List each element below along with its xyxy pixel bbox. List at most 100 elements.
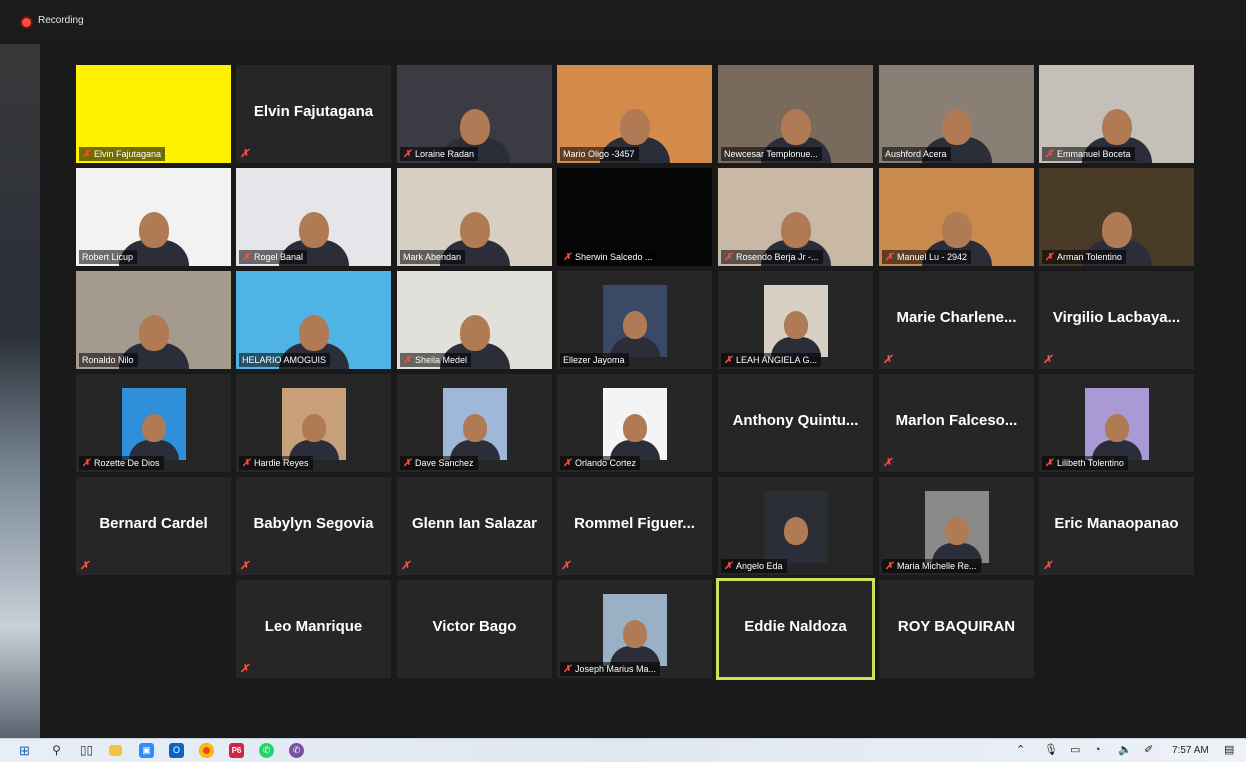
participant-tile[interactable]: Robert Licup (76, 168, 231, 266)
participant-tile[interactable]: Babylyn Segovia ✗ (236, 477, 391, 575)
volume-muted-icon[interactable]: 🔈 (1118, 743, 1132, 758)
participant-label-text: Ronaldo Nilo (82, 355, 134, 365)
participant-tile[interactable]: Mark Abendan (397, 168, 552, 266)
muted-mic-icon: ✗ (82, 149, 91, 160)
participant-tile[interactable]: Aushford Acera (879, 65, 1034, 163)
participant-name: Leo Manrique (264, 618, 363, 635)
participant-tile[interactable]: Rommel Figuer... ✗ (557, 477, 712, 575)
participant-tile[interactable]: Victor Bago (397, 580, 552, 678)
participant-tile[interactable]: HELARIO AMOGUIS (236, 271, 391, 369)
participant-tile[interactable]: Newcesar Templonue... (718, 65, 873, 163)
participant-tile[interactable]: ✗ Rozette De Dios (76, 374, 231, 472)
outlook-icon[interactable]: O (169, 743, 184, 758)
participant-label-text: Newcesar Templonue... (724, 149, 818, 159)
participant-tile[interactable]: ✗ Manuel Lu - 2942 (879, 168, 1034, 266)
file-explorer-icon[interactable] (109, 745, 122, 756)
participant-tile[interactable]: ✗ Sherwin Salcedo ... (557, 168, 712, 266)
participant-tile[interactable]: ✗ Arman Tolentino (1039, 168, 1194, 266)
participant-tile[interactable]: ROY BAQUIRAN (879, 580, 1034, 678)
participant-tile[interactable]: ✗ Joseph Marius Ma... (557, 580, 712, 678)
participant-tile[interactable]: Eric Manaopanao ✗ (1039, 477, 1194, 575)
participant-label-text: Arman Tolentino (1057, 252, 1122, 262)
muted-mic-icon: ✗ (1045, 458, 1054, 469)
participant-tile[interactable]: Elvin Fajutagana ✗ (236, 65, 391, 163)
participant-tile[interactable]: Mario Oligo -3457 (557, 65, 712, 163)
participant-tile[interactable]: ✗ Dave Sanchez (397, 374, 552, 472)
participant-tile[interactable]: Ronaldo Nilo (76, 271, 231, 369)
participant-label-text: Loraine Radan (415, 149, 475, 159)
participant-label-text: Ellezer Jayoma (563, 355, 625, 365)
participant-profile-photo (602, 285, 667, 357)
participant-label-text: Orlando Cortez (575, 458, 637, 468)
participant-label-text: Joseph Marius Ma... (575, 664, 657, 674)
pen-icon[interactable]: ✐ (1144, 743, 1153, 758)
participant-tile[interactable]: ✗ Rosendo Berja Jr -... (718, 168, 873, 266)
participant-label-text: Lilibeth Tolentino (1057, 458, 1124, 468)
participant-tile[interactable]: ✗ Sheila Medel (397, 271, 552, 369)
participant-name: Glenn Ian Salazar (411, 515, 538, 532)
muted-mic-icon: ✗ (403, 149, 412, 160)
participant-label-text: Hardie Reyes (254, 458, 309, 468)
wifi-icon[interactable]: ◔ (1094, 743, 1101, 758)
participant-tile[interactable]: Bernard Cardel ✗ (76, 477, 231, 575)
participant-tile[interactable]: ✗ Rogel Banal (236, 168, 391, 266)
participant-label-text: Sheila Medel (415, 355, 468, 365)
participant-label-text: Emmanuel Boceta (1057, 149, 1131, 159)
participant-name-label: ✗ Sheila Medel (400, 353, 472, 367)
muted-mic-icon: ✗ (885, 252, 894, 263)
participant-tile[interactable]: ✗ Maria Michelle Re... (879, 477, 1034, 575)
participant-tile[interactable]: ✗ LEAH ANGIELA G... (718, 271, 873, 369)
muted-mic-icon: ✗ (724, 561, 733, 572)
participant-tile[interactable]: ✗ Emmanuel Boceta (1039, 65, 1194, 163)
participant-profile-photo (602, 388, 667, 460)
windows-start-icon[interactable]: ⊞ (17, 743, 32, 758)
notification-icon[interactable]: ▤ (1224, 743, 1234, 758)
microphone-icon[interactable]: 🎙 (1044, 743, 1058, 758)
chrome-icon[interactable] (199, 743, 214, 758)
recording-icon[interactable] (22, 18, 31, 27)
participant-tile[interactable]: Ellezer Jayoma (557, 271, 712, 369)
whatsapp-icon[interactable]: ✆ (259, 743, 274, 758)
participant-tile[interactable]: ✗ Elvin Fajutagana (76, 65, 231, 163)
participant-tile[interactable]: ✗ Orlando Cortez (557, 374, 712, 472)
participant-tile[interactable]: ✗ Loraine Radan (397, 65, 552, 163)
search-icon[interactable]: ⚲ (49, 743, 64, 758)
participant-name-label: Mario Oligo -3457 (560, 147, 639, 161)
participant-name-label: ✗ Manuel Lu - 2942 (882, 250, 972, 264)
zoom-top-bar: Recording (0, 0, 1246, 44)
viber-icon[interactable]: ✆ (289, 743, 304, 758)
participant-name-label: ✗ LEAH ANGIELA G... (721, 353, 822, 367)
participant-tile[interactable]: Leo Manrique ✗ (236, 580, 391, 678)
participant-profile-photo (924, 491, 989, 563)
participant-tile[interactable]: Marlon Falceso... ✗ (879, 374, 1034, 472)
muted-mic-icon: ✗ (563, 252, 572, 263)
clock-time[interactable]: 7:57 AM (1172, 743, 1209, 758)
participant-tile[interactable]: ✗ Lilibeth Tolentino (1039, 374, 1194, 472)
participant-name-label: ✗ Arman Tolentino (1042, 250, 1126, 264)
participant-label-text: Maria Michelle Re... (897, 561, 977, 571)
participant-profile-photo (763, 285, 828, 357)
participant-name: Marie Charlene... (896, 309, 1017, 326)
participant-tile[interactable]: ✗ Angelo Eda (718, 477, 873, 575)
battery-icon[interactable]: ▭ (1070, 743, 1080, 758)
primavera-icon[interactable]: P6 (229, 743, 244, 758)
participant-profile-photo (281, 388, 346, 460)
participant-name-label: Ronaldo Nilo (79, 353, 138, 367)
chevron-up-icon[interactable]: ⌃ (1016, 743, 1025, 758)
participant-label-text: Rozette De Dios (94, 458, 160, 468)
participant-tile[interactable]: Glenn Ian Salazar ✗ (397, 477, 552, 575)
desktop-background (0, 0, 40, 738)
participant-tile[interactable]: Eddie Naldoza (716, 578, 875, 680)
muted-mic-icon: ✗ (1043, 560, 1053, 572)
participant-tile[interactable]: Marie Charlene... ✗ (879, 271, 1034, 369)
muted-mic-icon: ✗ (403, 458, 412, 469)
participant-tile[interactable]: ✗ Hardie Reyes (236, 374, 391, 472)
task-view-icon[interactable]: ▯▯ (79, 743, 94, 758)
participant-tile[interactable]: Virgilio Lacbaya... ✗ (1039, 271, 1194, 369)
muted-mic-icon: ✗ (242, 458, 251, 469)
recording-label: Recording (38, 15, 84, 26)
participant-name-label: Aushford Acera (882, 147, 951, 161)
participant-tile[interactable]: Anthony Quintu... (718, 374, 873, 472)
zoom-app-icon[interactable]: ▣ (139, 743, 154, 758)
participant-name: Anthony Quintu... (732, 412, 859, 429)
